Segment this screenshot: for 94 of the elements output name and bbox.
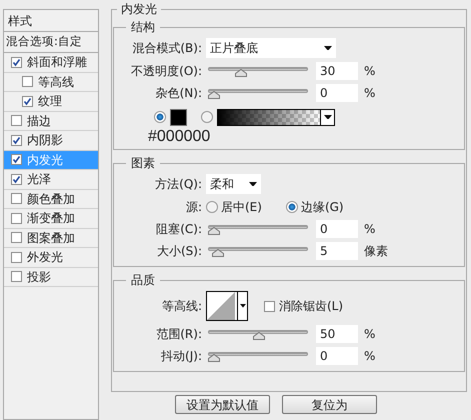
- radio-label: 居中(E): [221, 199, 262, 216]
- field-label: 大小(S):: [156, 243, 202, 260]
- checkbox[interactable]: [11, 232, 22, 244]
- style-list-item[interactable]: 光泽: [4, 170, 98, 190]
- checkbox-label: 消除锯齿(L): [279, 298, 344, 315]
- style-label: 纹理: [38, 93, 62, 110]
- color-swatch[interactable]: [170, 108, 187, 126]
- check-icon: [12, 174, 21, 184]
- radio-label: 边缘(G): [300, 199, 344, 216]
- gradient-picker[interactable]: [217, 108, 335, 126]
- checkbox[interactable]: [11, 271, 22, 282]
- slider-thumb[interactable]: [208, 227, 220, 235]
- style-list-item[interactable]: 等高线: [4, 72, 98, 92]
- check-icon: [12, 58, 21, 67]
- checkbox[interactable]: [11, 154, 22, 166]
- style-list-item[interactable]: 渐变叠加: [4, 209, 98, 228]
- style-label: 内发光: [27, 152, 63, 169]
- slider-thumb[interactable]: [212, 249, 224, 257]
- dialog-button[interactable]: 设置为默认值: [175, 395, 270, 414]
- check-icon: [12, 155, 21, 164]
- style-list-item[interactable]: 外发光: [4, 248, 98, 268]
- unit-label: 像素: [364, 243, 388, 260]
- unit-label: %: [364, 348, 376, 365]
- field-label: 阻塞(C):: [155, 221, 202, 238]
- check-icon: [12, 136, 21, 145]
- style-label: 描边: [27, 112, 51, 130]
- slider-thumb[interactable]: [208, 354, 220, 362]
- checkbox[interactable]: [22, 96, 33, 107]
- checkbox[interactable]: [11, 134, 22, 146]
- group-title: 图素: [130, 155, 156, 172]
- field-label: 方法(Q):: [154, 176, 202, 193]
- value-field[interactable]: 50: [316, 325, 358, 343]
- color-annotation: #000000: [148, 129, 210, 145]
- dropdown[interactable]: 柔和: [206, 174, 261, 194]
- style-label: 图案叠加: [27, 230, 75, 247]
- checkbox[interactable]: [11, 174, 22, 185]
- style-list-item[interactable]: 颜色叠加: [4, 190, 98, 209]
- dropdown[interactable]: 正片叠底: [206, 38, 336, 58]
- dialog-button[interactable]: 复位为: [282, 395, 377, 414]
- checkbox[interactable]: [22, 76, 33, 88]
- slider-thumb[interactable]: [253, 332, 265, 340]
- slider-thumb[interactable]: [235, 69, 247, 77]
- contour-picker[interactable]: [206, 291, 248, 321]
- value-field[interactable]: 5: [316, 242, 358, 260]
- caret-icon: [249, 182, 257, 186]
- checkbox[interactable]: [11, 212, 22, 224]
- style-label: 外发光: [27, 249, 63, 266]
- group-title: 品质: [130, 272, 156, 289]
- field-label: 等高线:: [160, 298, 202, 315]
- field-label: 杂色(N):: [154, 85, 202, 102]
- checkbox[interactable]: [264, 300, 275, 312]
- value-field[interactable]: 0: [316, 84, 358, 102]
- slider-thumb[interactable]: [208, 91, 220, 99]
- checkbox[interactable]: [11, 56, 22, 68]
- checkbox[interactable]: [11, 252, 22, 263]
- style-label: 投影: [27, 268, 51, 286]
- unit-label: %: [364, 85, 376, 102]
- style-list-item[interactable]: 斜面和浮雕: [4, 53, 98, 72]
- field-label: 源:: [184, 199, 202, 216]
- unit-label: %: [364, 221, 376, 238]
- caret-icon: [324, 46, 332, 50]
- checkbox[interactable]: [11, 115, 22, 126]
- style-label: 光泽: [27, 171, 51, 188]
- field-label: 抖动(J):: [160, 348, 202, 365]
- value-field[interactable]: 30: [316, 62, 358, 80]
- radio-button[interactable]: [154, 111, 166, 123]
- style-label: 等高线: [38, 74, 74, 91]
- checkbox[interactable]: [11, 193, 22, 204]
- caret-icon: [324, 114, 332, 120]
- style-list-item[interactable]: 投影: [4, 268, 98, 287]
- unit-label: %: [364, 326, 376, 343]
- unit-label: %: [364, 63, 376, 80]
- style-label: 内阴影: [27, 132, 63, 150]
- contour-curve-icon: [207, 292, 237, 320]
- style-list-item[interactable]: 描边: [4, 112, 98, 131]
- caret-icon: [240, 304, 246, 308]
- styles-header: 样式: [4, 10, 98, 32]
- blend-options-item[interactable]: 混合选项:自定: [4, 32, 98, 53]
- value-field[interactable]: 0: [316, 347, 358, 365]
- value-field[interactable]: 0: [316, 220, 358, 238]
- radio-button[interactable]: [206, 201, 218, 213]
- panel-title: 内发光: [120, 1, 158, 18]
- field-label: 混合模式(B):: [131, 40, 202, 57]
- radio-button[interactable]: [201, 111, 213, 123]
- style-label: 颜色叠加: [27, 190, 75, 208]
- field-label: 不透明度(O):: [130, 63, 202, 80]
- field-label: 范围(R):: [155, 326, 202, 343]
- style-label: 渐变叠加: [27, 210, 75, 228]
- radio-button[interactable]: [286, 201, 298, 213]
- style-list-item[interactable]: 纹理: [4, 92, 98, 112]
- group-title: 结构: [130, 19, 156, 36]
- check-icon: [23, 96, 32, 106]
- style-label: 斜面和浮雕: [27, 54, 87, 72]
- style-list-item[interactable]: 图案叠加: [4, 228, 98, 248]
